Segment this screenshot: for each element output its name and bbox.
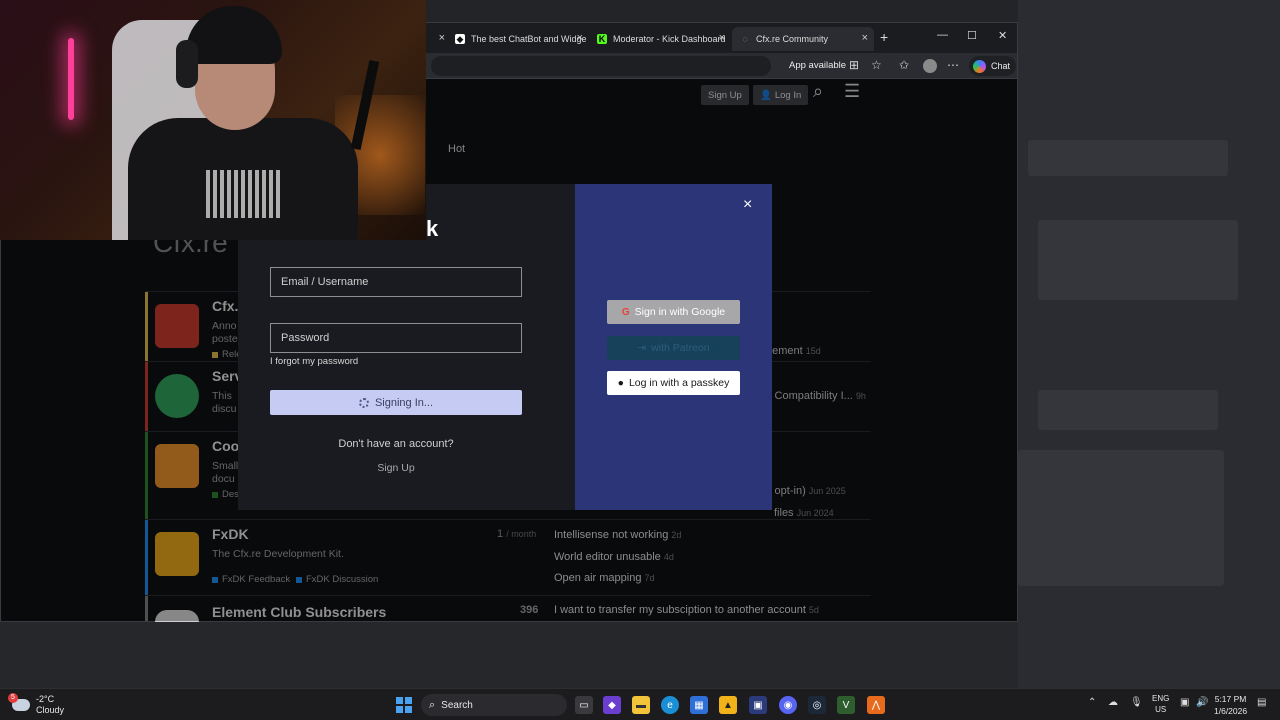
address-bar[interactable] — [431, 56, 771, 76]
profile-avatar[interactable] — [923, 59, 937, 73]
task-view-icon[interactable]: ▭ — [575, 696, 593, 714]
windows-taskbar: 5 -2°C Cloudy ⌕ Search ▭ ◆ ▬ e ▦ ▲ ▣ ◉ ◎… — [0, 688, 1280, 720]
streamelements-icon: ◆ — [455, 34, 465, 44]
search-label: Search — [441, 699, 473, 711]
minimize-icon[interactable]: — — [937, 29, 948, 41]
tray-overflow-icon[interactable]: ⌃ — [1088, 697, 1096, 708]
search-icon: ⌕ — [429, 698, 436, 711]
onedrive-icon[interactable]: ☁ — [1108, 697, 1118, 708]
app-install-icon[interactable]: ⊞ — [849, 58, 859, 72]
forgot-password-link[interactable]: I forgot my password — [270, 356, 358, 367]
app-icon[interactable]: ⋀ — [867, 696, 885, 714]
tab-label: Moderator - Kick Dashboard — [613, 34, 726, 44]
password-field[interactable]: Password — [270, 323, 522, 353]
signup-link[interactable]: Sign Up — [238, 462, 554, 474]
copilot-icon — [973, 59, 986, 73]
weather-widget[interactable]: 5 -2°C Cloudy — [8, 693, 65, 716]
temperature: -2°C — [36, 694, 55, 704]
signing-in-label: Signing In... — [374, 396, 434, 409]
cloud-icon: 5 — [8, 693, 30, 711]
email-placeholder: Email / Username — [281, 276, 369, 288]
email-username-field[interactable]: Email / Username — [270, 267, 522, 297]
taskbar-search[interactable]: ⌕ Search — [421, 694, 567, 716]
close-icon[interactable]: × — [577, 32, 583, 44]
windows-start-icon[interactable] — [396, 697, 412, 713]
close-icon[interactable]: × — [719, 32, 725, 44]
weather-condition: Cloudy — [36, 705, 65, 715]
app-icon[interactable]: ▣ — [749, 696, 767, 714]
modal-close-icon[interactable]: × — [743, 196, 752, 214]
favorite-star-icon[interactable]: ☆ — [871, 58, 882, 72]
app-available-button[interactable]: App available — [789, 60, 846, 71]
google-icon: G — [621, 306, 630, 318]
chat-label: Chat — [991, 61, 1011, 71]
microphone-icon[interactable]: 🎙 — [1130, 697, 1143, 708]
headset-icon — [176, 40, 198, 88]
app-icon[interactable]: V — [837, 696, 855, 714]
window-close-icon[interactable]: ✕ — [998, 29, 1007, 42]
close-icon[interactable]: × — [862, 32, 868, 44]
password-placeholder: Password — [281, 332, 330, 344]
webcam-overlay — [0, 0, 426, 240]
background-strip — [0, 622, 1018, 688]
tab-overflow[interactable]: × — [427, 27, 447, 51]
kick-icon: K — [597, 34, 607, 44]
store-icon[interactable]: ▦ — [690, 696, 708, 714]
signing-in-button[interactable]: Signing In... — [270, 390, 522, 415]
network-icon[interactable]: ▣ — [1180, 697, 1189, 708]
edge-browser-icon[interactable]: e — [661, 696, 679, 714]
copilot-chat-button[interactable]: Chat — [969, 56, 1017, 76]
modal-brand-fragment: k — [426, 216, 439, 241]
passkey-label: Log in with a passkey — [628, 377, 730, 389]
volume-icon[interactable]: 🔊 — [1196, 697, 1208, 708]
google-label: Sign in with Google — [634, 306, 726, 318]
passkey-login-button[interactable]: ● Log in with a passkey — [607, 371, 740, 395]
tab-kick-dashboard[interactable]: K Moderator - Kick Dashboard × — [589, 27, 731, 51]
beanie — [186, 6, 282, 64]
file-explorer-icon[interactable]: ▬ — [632, 696, 650, 714]
patreon-label: with Patreon — [651, 342, 710, 354]
clock[interactable]: 5:17 PM 1/6/2026 — [1214, 693, 1247, 717]
language-indicator[interactable]: ENG US — [1152, 693, 1169, 715]
notifications-icon[interactable]: ▤ — [1257, 697, 1266, 708]
steam-icon[interactable]: ◎ — [808, 696, 826, 714]
spinner-icon — [358, 397, 369, 408]
new-tab-button[interactable]: + — [880, 29, 888, 45]
weather-badge: 5 — [8, 693, 18, 703]
tab-cfx-community[interactable]: ◌ Cfx.re Community × — [732, 27, 874, 51]
discord-icon[interactable]: ◉ — [779, 696, 797, 714]
tab-streamelements[interactable]: ◆ The best ChatBot and Widge × — [447, 27, 589, 51]
maximize-icon[interactable]: ☐ — [967, 29, 977, 42]
more-menu-icon[interactable]: ⋯ — [947, 58, 959, 72]
tab-label: Cfx.re Community — [756, 34, 829, 44]
user-icon: ● — [617, 377, 624, 389]
patreon-signin-button[interactable]: ⇥ with Patreon — [607, 336, 740, 360]
tab-label: The best ChatBot and Widge — [471, 34, 587, 44]
app-icon[interactable]: ◆ — [603, 696, 621, 714]
google-signin-button[interactable]: G Sign in with Google — [607, 300, 740, 324]
shirt-print — [206, 170, 282, 218]
warning-app-icon[interactable]: ▲ — [719, 696, 737, 714]
date: 1/6/2026 — [1214, 706, 1248, 716]
login-arrow-icon: ⇥ — [637, 342, 647, 354]
no-account-text: Don't have an account? — [338, 438, 454, 450]
time: 5:17 PM — [1214, 694, 1247, 704]
background-window — [1018, 0, 1280, 688]
neon-light — [68, 38, 74, 120]
favorites-icon[interactable]: ✩ — [899, 58, 909, 72]
cfx-icon: ◌ — [742, 34, 748, 44]
